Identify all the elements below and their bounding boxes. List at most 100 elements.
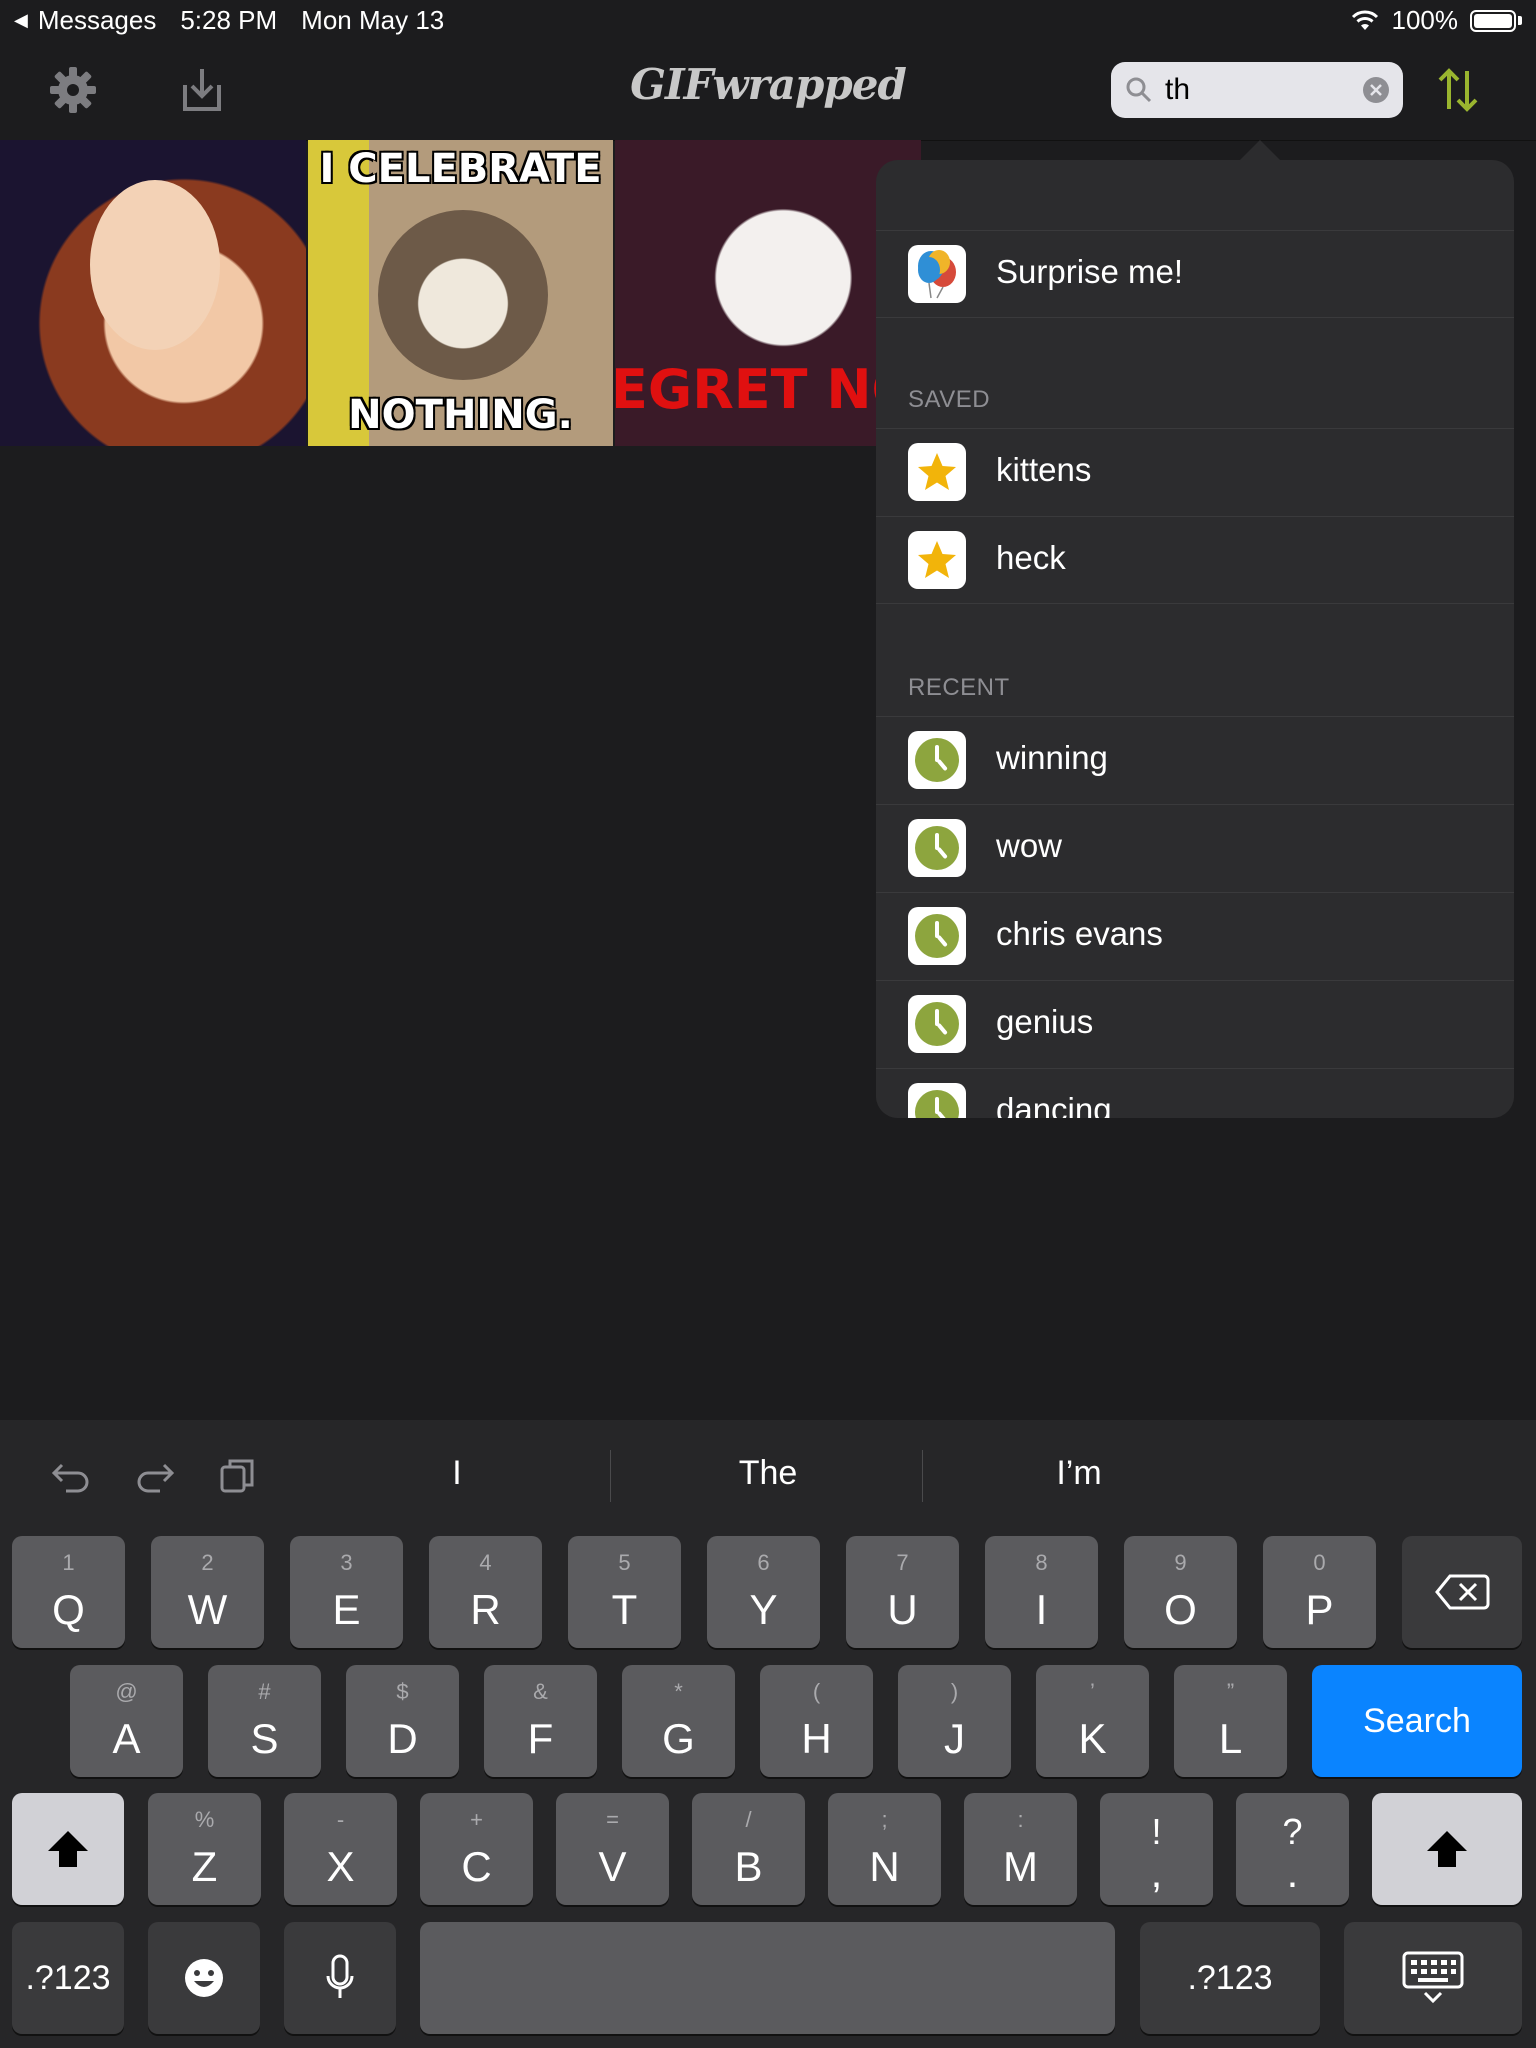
key-j[interactable]: ) J (898, 1665, 1011, 1777)
suggestion-divider (610, 1450, 611, 1502)
recent-item[interactable]: chris evans (876, 892, 1514, 979)
key-a[interactable]: @ A (70, 1665, 183, 1777)
battery-icon (1470, 9, 1516, 32)
shift-key-left[interactable] (12, 1793, 124, 1905)
microphone-icon (284, 1922, 396, 2034)
backspace-icon (1402, 1536, 1522, 1648)
key-q[interactable]: 1Q (12, 1536, 125, 1648)
recent-item-label: chris evans (996, 915, 1163, 952)
key-y[interactable]: 6Y (707, 1536, 820, 1648)
clock-icon (908, 819, 966, 877)
surprise-me-row[interactable]: Surprise me! (876, 230, 1514, 318)
key-b[interactable]: / B (692, 1793, 805, 1905)
recent-item[interactable]: genius (876, 980, 1514, 1067)
suggestion-word[interactable]: I’m (929, 1454, 1229, 1493)
emoji-key[interactable] (148, 1922, 260, 2034)
key-c[interactable]: + C (420, 1793, 533, 1905)
key-g[interactable]: * G (622, 1665, 735, 1777)
clear-search-icon[interactable] (1363, 77, 1389, 103)
key-d[interactable]: $ D (346, 1665, 459, 1777)
recent-section-header: RECENT (908, 674, 1010, 701)
gif-thumbnail-1[interactable] (0, 140, 306, 446)
key-k[interactable]: ’ K (1036, 1665, 1149, 1777)
suggestion-word[interactable]: The (618, 1454, 918, 1493)
surprise-me-label: Surprise me! (996, 253, 1184, 290)
clock-icon (908, 1083, 966, 1118)
key-n[interactable]: ; N (828, 1793, 941, 1905)
clock-icon (908, 907, 966, 965)
key-h[interactable]: (H (760, 1665, 873, 1777)
star-icon (908, 531, 966, 589)
paste-icon[interactable] (213, 1450, 263, 1500)
key-t[interactable]: 5T (568, 1536, 681, 1648)
gif-caption-bottom: NOTHING. (348, 392, 573, 438)
status-bar: ◀ Messages 5:28 PM Mon May 13 100% (0, 0, 1536, 40)
key-z[interactable]: % Z (148, 1793, 261, 1905)
battery-percent: 100% (1391, 5, 1459, 35)
undo-icon[interactable] (45, 1450, 95, 1500)
numbers-key-left[interactable]: .?123 (12, 1922, 124, 2034)
search-icon (1126, 77, 1152, 103)
recent-item[interactable]: wow (876, 804, 1514, 891)
key-w[interactable]: 2W (151, 1536, 264, 1648)
search-field[interactable] (1111, 62, 1403, 118)
key-r[interactable]: 4R (429, 1536, 542, 1648)
gif-caption-top: I CELEBRATE (319, 146, 602, 192)
recent-item-label: genius (996, 1003, 1094, 1040)
recent-item[interactable]: dancing (876, 1068, 1514, 1118)
shift-icon (12, 1793, 124, 1905)
key-u[interactable]: 7U (846, 1536, 959, 1648)
space-key[interactable] (420, 1922, 1115, 2034)
keyboard-dismiss-icon (1344, 1922, 1522, 2034)
search-suggestions-popover: Surprise me! SAVED kittens heck RECENT w… (876, 160, 1514, 1118)
gif-thumbnail-2[interactable]: I CELEBRATE NOTHING. (308, 140, 613, 446)
key-l[interactable]: ” L (1174, 1665, 1287, 1777)
numbers-key-right[interactable]: .?123 (1140, 1922, 1320, 2034)
saved-item[interactable]: heck (876, 516, 1514, 604)
back-arrow-icon[interactable]: ◀ (14, 10, 28, 31)
popover-arrow (1238, 140, 1282, 162)
key-comma[interactable]: !, (1100, 1793, 1213, 1905)
saved-section-header: SAVED (908, 386, 991, 413)
key-m[interactable]: :M (964, 1793, 1077, 1905)
key-o[interactable]: 9O (1124, 1536, 1237, 1648)
recent-item[interactable]: winning (876, 716, 1514, 803)
saved-item[interactable]: kittens (876, 428, 1514, 515)
delete-key[interactable] (1402, 1536, 1522, 1648)
search-key[interactable]: Search (1312, 1665, 1522, 1777)
emoji-icon (148, 1922, 260, 2034)
key-i[interactable]: 8I (985, 1536, 1098, 1648)
key-e[interactable]: 3E (290, 1536, 403, 1648)
key-x[interactable]: -X (284, 1793, 397, 1905)
key-s[interactable]: # S (208, 1665, 321, 1777)
key-period[interactable]: ?. (1236, 1793, 1349, 1905)
clock-icon (908, 731, 966, 789)
navigation-bar: GIFwrapped (0, 40, 1536, 141)
sort-arrows-icon[interactable] (1428, 60, 1488, 120)
redo-icon[interactable] (131, 1450, 181, 1500)
back-app-label[interactable]: Messages (38, 5, 157, 36)
suggestion-word[interactable]: I (307, 1454, 607, 1493)
status-date: Mon May 13 (301, 5, 445, 35)
on-screen-keyboard: I The I’m 1Q 2W 3E 4R 5T 6Y 7U 8I 9O 0P … (0, 1420, 1536, 2048)
wifi-icon (1351, 10, 1378, 30)
recent-item-label: wow (996, 827, 1063, 864)
shift-key-right[interactable] (1372, 1793, 1522, 1905)
gif-image-cat (378, 210, 548, 380)
battery-nub (1518, 16, 1522, 25)
dismiss-keyboard-key[interactable] (1344, 1922, 1522, 2034)
shortcut-bar: I The I’m (0, 1420, 1536, 1528)
gif-caption-bottom: EGRET NO (615, 358, 918, 421)
balloons-icon (908, 245, 966, 303)
recent-item-label: dancing (996, 1091, 1112, 1118)
key-f[interactable]: & F (484, 1665, 597, 1777)
dictation-key[interactable] (284, 1922, 396, 2034)
saved-item-label: heck (996, 539, 1066, 576)
recent-item-label: winning (996, 739, 1108, 776)
saved-item-label: kittens (996, 451, 1092, 488)
key-p[interactable]: 0P (1263, 1536, 1376, 1648)
key-v[interactable]: = V (556, 1793, 669, 1905)
search-input[interactable] (1165, 70, 1345, 110)
suggestion-divider (922, 1450, 923, 1502)
shift-icon (1372, 1793, 1522, 1905)
